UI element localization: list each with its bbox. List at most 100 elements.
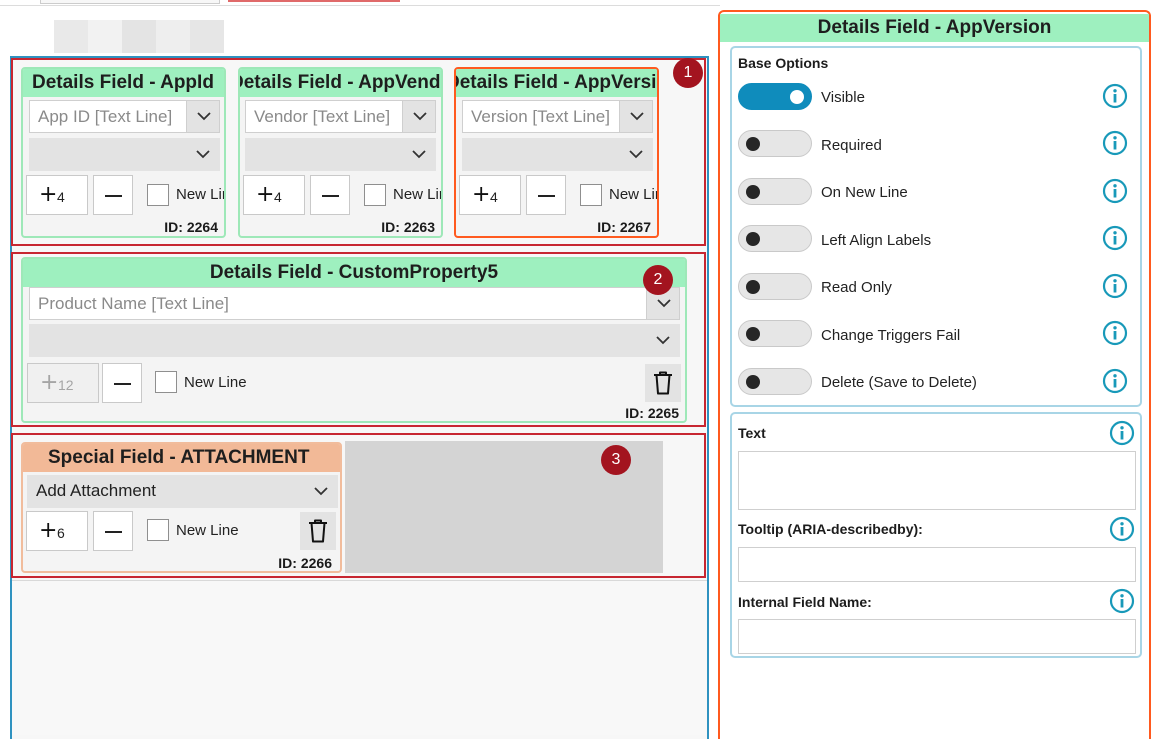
dropdown-button[interactable] [619,101,652,132]
new-line-checkbox[interactable] [155,371,177,393]
field-id: ID: 2263 [381,219,435,235]
badge-3: 3 [601,445,631,475]
text-settings-group: Text Tooltip (ARIA-describedby): Interna… [730,412,1142,658]
field-secondary-dropdown[interactable] [245,138,436,171]
field-card-appversion[interactable]: Details Field - AppVersion Version [Text… [454,67,659,238]
toggle-change-triggers-fail[interactable] [738,320,812,347]
width-increase-button[interactable]: + 6 [26,511,88,551]
dropdown-button[interactable] [186,101,219,132]
info-icon[interactable] [1102,320,1128,346]
new-line-label: New Line [176,522,239,539]
trash-icon [309,519,327,543]
tooltip-input[interactable] [738,547,1136,582]
option-label-delete: Delete (Save to Delete) [821,374,977,391]
toggle-read-only[interactable] [738,273,812,300]
field-title: Details Field - AppVersion [456,69,657,97]
info-icon[interactable] [1102,273,1128,299]
new-line-label: New Line [184,374,247,391]
field-secondary-dropdown[interactable] [462,138,653,171]
canvas-empty-area [12,580,707,735]
field-title: Special Field - ATTACHMENT [23,444,340,472]
badge-1: 1 [673,58,703,88]
field-source-dropdown[interactable]: Vendor [Text Line] [245,100,436,133]
field-card-appvendor[interactable]: Details Field - AppVendor Vendor [Text L… [238,67,443,238]
toggle-left-align-labels[interactable] [738,225,812,252]
field-id: ID: 2267 [597,219,651,235]
width-increase-button[interactable]: + 12 [27,363,99,403]
field-id: ID: 2266 [278,555,332,571]
minus-icon [105,195,122,197]
toggle-delete[interactable] [738,368,812,395]
field-secondary-dropdown[interactable] [29,324,680,357]
badge-2: 2 [643,265,673,295]
base-options-label: Base Options [738,55,829,71]
field-id: ID: 2264 [164,219,218,235]
plus-icon: + [472,182,491,207]
width-decrease-button[interactable] [526,175,566,215]
properties-panel: Details Field - AppVersion Base Options … [718,10,1151,739]
info-icon[interactable] [1102,368,1128,394]
delete-field-button[interactable] [300,512,336,550]
width-value: 4 [57,189,65,205]
minus-icon [322,195,339,197]
chevron-down-icon [629,150,643,159]
chevron-down-icon [657,299,671,308]
minus-icon [105,531,122,533]
properties-title: Details Field - AppVersion [720,14,1149,42]
width-decrease-button[interactable] [93,511,133,551]
field-title: Details Field - AppVendor [240,69,441,97]
base-options-group: Base Options Visible Required On New Lin… [730,46,1142,407]
top-tab-active-marker [228,0,400,2]
info-icon[interactable] [1109,588,1135,614]
option-label-visible: Visible [821,89,865,106]
chevron-down-icon [413,112,427,121]
chevron-down-icon [412,150,426,159]
field-card-attachment[interactable]: Special Field - ATTACHMENT Add Attachmen… [21,442,342,573]
width-decrease-button[interactable] [102,363,142,403]
new-line-checkbox[interactable] [364,184,386,206]
dropdown-value: Version [Text Line] [471,107,610,126]
new-line-label: New Line [176,186,224,203]
option-label-required: Required [821,137,882,154]
field-secondary-dropdown[interactable] [29,138,220,171]
toggle-on-new-line[interactable] [738,178,812,205]
chevron-down-icon [656,336,670,345]
toggle-required[interactable] [738,130,812,157]
info-icon[interactable] [1109,516,1135,542]
new-line-checkbox[interactable] [147,184,169,206]
width-decrease-button[interactable] [310,175,350,215]
info-icon[interactable] [1109,420,1135,446]
dropdown-value: Vendor [Text Line] [254,107,391,126]
trash-icon [654,371,672,395]
option-label-left-align-labels: Left Align Labels [821,232,932,249]
field-source-dropdown[interactable]: App ID [Text Line] [29,100,220,133]
width-decrease-button[interactable] [93,175,133,215]
field-source-dropdown[interactable]: Version [Text Line] [462,100,653,133]
info-icon[interactable] [1102,178,1128,204]
info-icon[interactable] [1102,130,1128,156]
attachment-dropdown[interactable]: Add Attachment [27,475,338,508]
width-increase-button[interactable]: + 4 [243,175,305,215]
field-id: ID: 2265 [625,405,679,421]
new-line-checkbox[interactable] [580,184,602,206]
internal-field-name-label: Internal Field Name: [738,594,872,610]
new-line-checkbox[interactable] [147,519,169,541]
dropdown-value: Add Attachment [36,481,157,500]
width-increase-button[interactable]: + 4 [26,175,88,215]
toggle-visible[interactable] [738,83,812,110]
info-icon[interactable] [1102,225,1128,251]
delete-field-button[interactable] [645,364,681,402]
dropdown-button[interactable] [402,101,435,132]
top-tab[interactable] [40,0,220,4]
minus-icon [538,195,555,197]
field-source-dropdown[interactable]: Product Name [Text Line] [29,287,680,320]
field-card-customproperty5[interactable]: Details Field - CustomProperty5 Product … [21,257,687,423]
field-card-appid[interactable]: Details Field - AppId App ID [Text Line]… [21,67,226,238]
dropdown-value: Product Name [Text Line] [38,294,229,313]
dropdown-value: App ID [Text Line] [38,107,173,126]
info-icon[interactable] [1102,83,1128,109]
width-increase-button[interactable]: + 4 [459,175,521,215]
text-input[interactable] [738,451,1136,510]
internal-field-name-input[interactable] [738,619,1136,654]
field-title: Details Field - AppId [23,69,224,97]
